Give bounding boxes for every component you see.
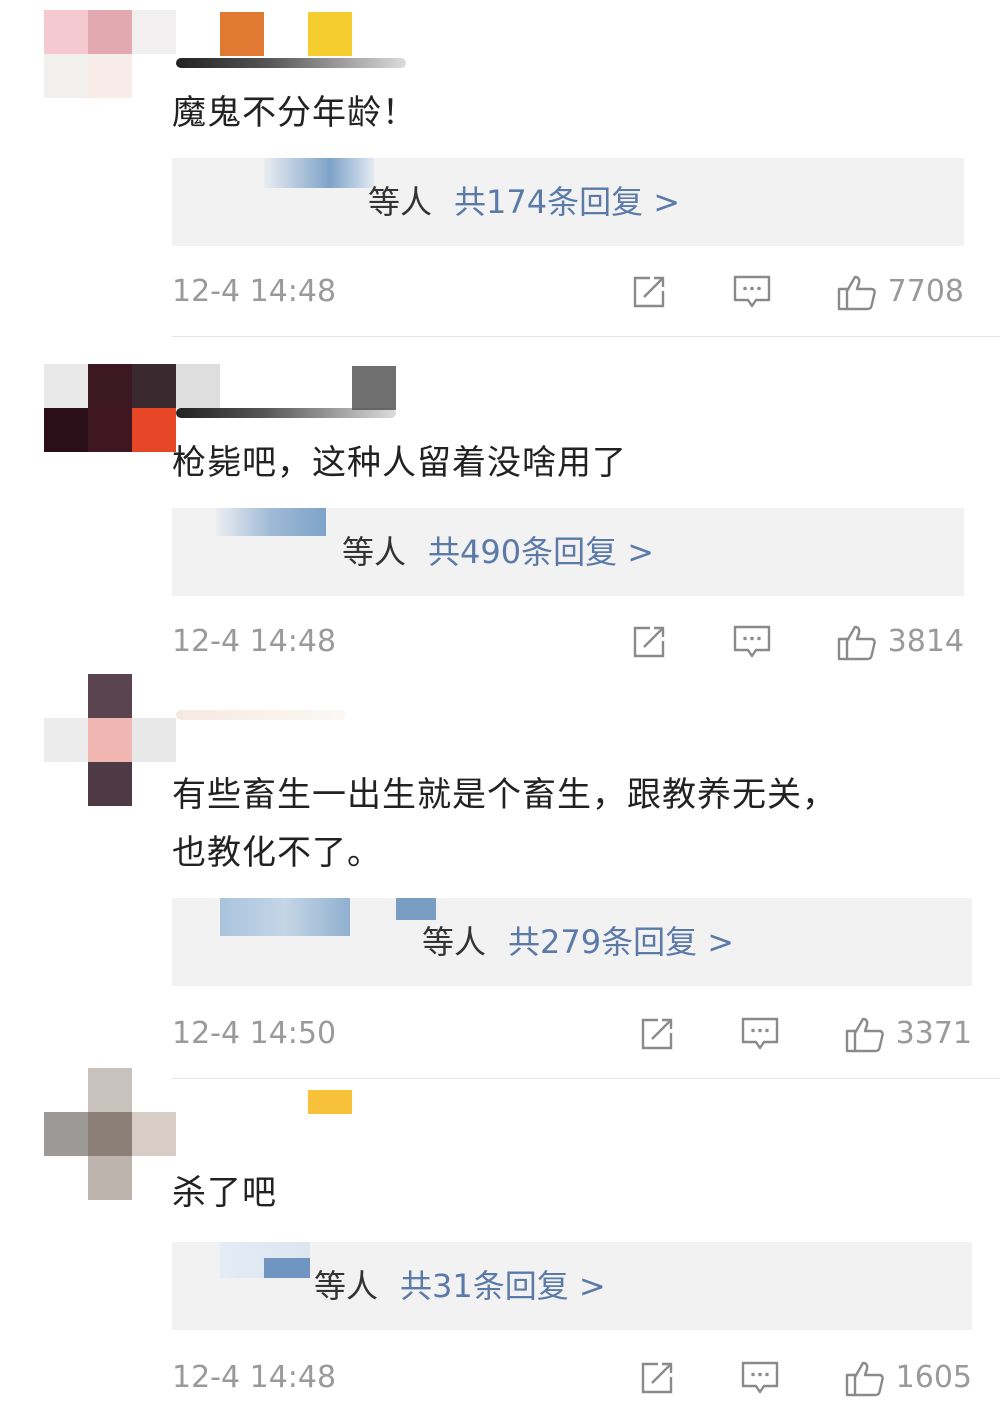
reply-summary[interactable]: 等人 共490条回复 > bbox=[172, 508, 964, 596]
like-count: 7708 bbox=[887, 274, 964, 309]
avatar-extra bbox=[176, 364, 220, 408]
vip-badge bbox=[352, 366, 396, 410]
share-button[interactable] bbox=[630, 273, 668, 311]
reply-suffix: 等人 bbox=[422, 923, 487, 961]
comment-icon bbox=[733, 625, 770, 658]
thumbs-up-icon bbox=[837, 275, 876, 311]
share-icon bbox=[633, 626, 664, 658]
share-button[interactable] bbox=[630, 623, 668, 661]
vip-badge bbox=[308, 12, 352, 56]
divider bbox=[172, 1078, 1000, 1079]
comment-text: 魔鬼不分年龄！ bbox=[172, 93, 417, 133]
avatar[interactable] bbox=[44, 674, 176, 806]
timestamp: 12-4 14:50 bbox=[172, 1016, 337, 1051]
comment-button[interactable] bbox=[740, 1359, 780, 1397]
share-button[interactable] bbox=[638, 1359, 676, 1397]
replier-names bbox=[220, 898, 350, 936]
replier-names bbox=[216, 508, 326, 536]
comment-button[interactable] bbox=[740, 1015, 780, 1053]
comment-button[interactable] bbox=[732, 273, 772, 311]
thumbs-up-icon bbox=[837, 625, 876, 661]
thumbs-up-icon bbox=[845, 1361, 884, 1397]
comment-meta: 12-4 14:48 7708 bbox=[172, 270, 964, 314]
replier-names bbox=[396, 898, 436, 920]
reply-count-link[interactable]: 共490条回复 > bbox=[428, 533, 654, 571]
comment-button[interactable] bbox=[732, 623, 772, 661]
timestamp: 12-4 14:48 bbox=[172, 274, 337, 309]
reply-suffix: 等人 bbox=[342, 533, 407, 571]
share-icon bbox=[641, 1362, 672, 1394]
reply-count-link[interactable]: 共174条回复 > bbox=[454, 183, 680, 221]
comment-item: 杀了吧 等人 共31条回复 > 12-4 14:48 1605 bbox=[0, 1068, 1000, 1421]
reply-summary[interactable]: 等人 共279条回复 > bbox=[172, 898, 972, 986]
level-badge bbox=[220, 12, 264, 56]
share-button[interactable] bbox=[638, 1015, 676, 1053]
avatar[interactable] bbox=[44, 364, 176, 496]
reply-summary[interactable]: 等人 共31条回复 > bbox=[172, 1242, 972, 1330]
like-button[interactable]: 7708 bbox=[836, 270, 964, 314]
like-count: 3371 bbox=[895, 1016, 972, 1051]
comment-meta: 12-4 14:50 3371 bbox=[172, 1012, 972, 1056]
avatar[interactable] bbox=[44, 10, 176, 142]
comment-meta: 12-4 14:48 3814 bbox=[172, 620, 964, 664]
comment-text: 有些畜生一出生就是个畜生，跟教养无关， 也教化不了。 bbox=[172, 775, 837, 873]
username[interactable] bbox=[176, 408, 396, 418]
like-button[interactable]: 1605 bbox=[844, 1356, 972, 1400]
divider bbox=[172, 336, 1000, 337]
replier-names bbox=[264, 1258, 310, 1278]
username[interactable] bbox=[176, 710, 346, 720]
like-count: 1605 bbox=[895, 1360, 972, 1395]
like-count: 3814 bbox=[887, 624, 964, 659]
comment-icon bbox=[741, 1361, 778, 1394]
comment-meta: 12-4 14:48 1605 bbox=[172, 1356, 972, 1400]
comment-text: 杀了吧 bbox=[172, 1173, 277, 1213]
reply-suffix: 等人 bbox=[314, 1267, 379, 1305]
comment-item: 魔鬼不分年龄！ 等人 共174条回复 > 12-4 14:48 7708 bbox=[0, 0, 1000, 338]
like-button[interactable]: 3814 bbox=[836, 620, 964, 664]
reply-count-link[interactable]: 共31条回复 > bbox=[400, 1267, 606, 1305]
like-button[interactable]: 3371 bbox=[844, 1012, 972, 1056]
avatar[interactable] bbox=[44, 1068, 176, 1200]
reply-summary[interactable]: 等人 共174条回复 > bbox=[172, 158, 964, 246]
timestamp: 12-4 14:48 bbox=[172, 624, 337, 659]
timestamp: 12-4 14:48 bbox=[172, 1360, 337, 1395]
reply-count-link[interactable]: 共279条回复 > bbox=[508, 923, 734, 961]
replier-names bbox=[264, 158, 374, 188]
share-icon bbox=[633, 276, 664, 308]
vip-badge bbox=[308, 1090, 352, 1114]
comment-item: 有些畜生一出生就是个畜生，跟教养无关， 也教化不了。 等人 共279条回复 > 1… bbox=[0, 674, 1000, 1080]
username[interactable] bbox=[176, 58, 406, 68]
share-icon bbox=[641, 1018, 672, 1050]
comment-item: 枪毙吧，这种人留着没啥用了 等人 共490条回复 > 12-4 14:48 381… bbox=[0, 338, 1000, 678]
comment-icon bbox=[733, 275, 770, 308]
reply-suffix: 等人 bbox=[368, 183, 433, 221]
comment-text: 枪毙吧，这种人留着没啥用了 bbox=[172, 443, 627, 483]
comment-icon bbox=[741, 1017, 778, 1050]
thumbs-up-icon bbox=[845, 1017, 884, 1053]
